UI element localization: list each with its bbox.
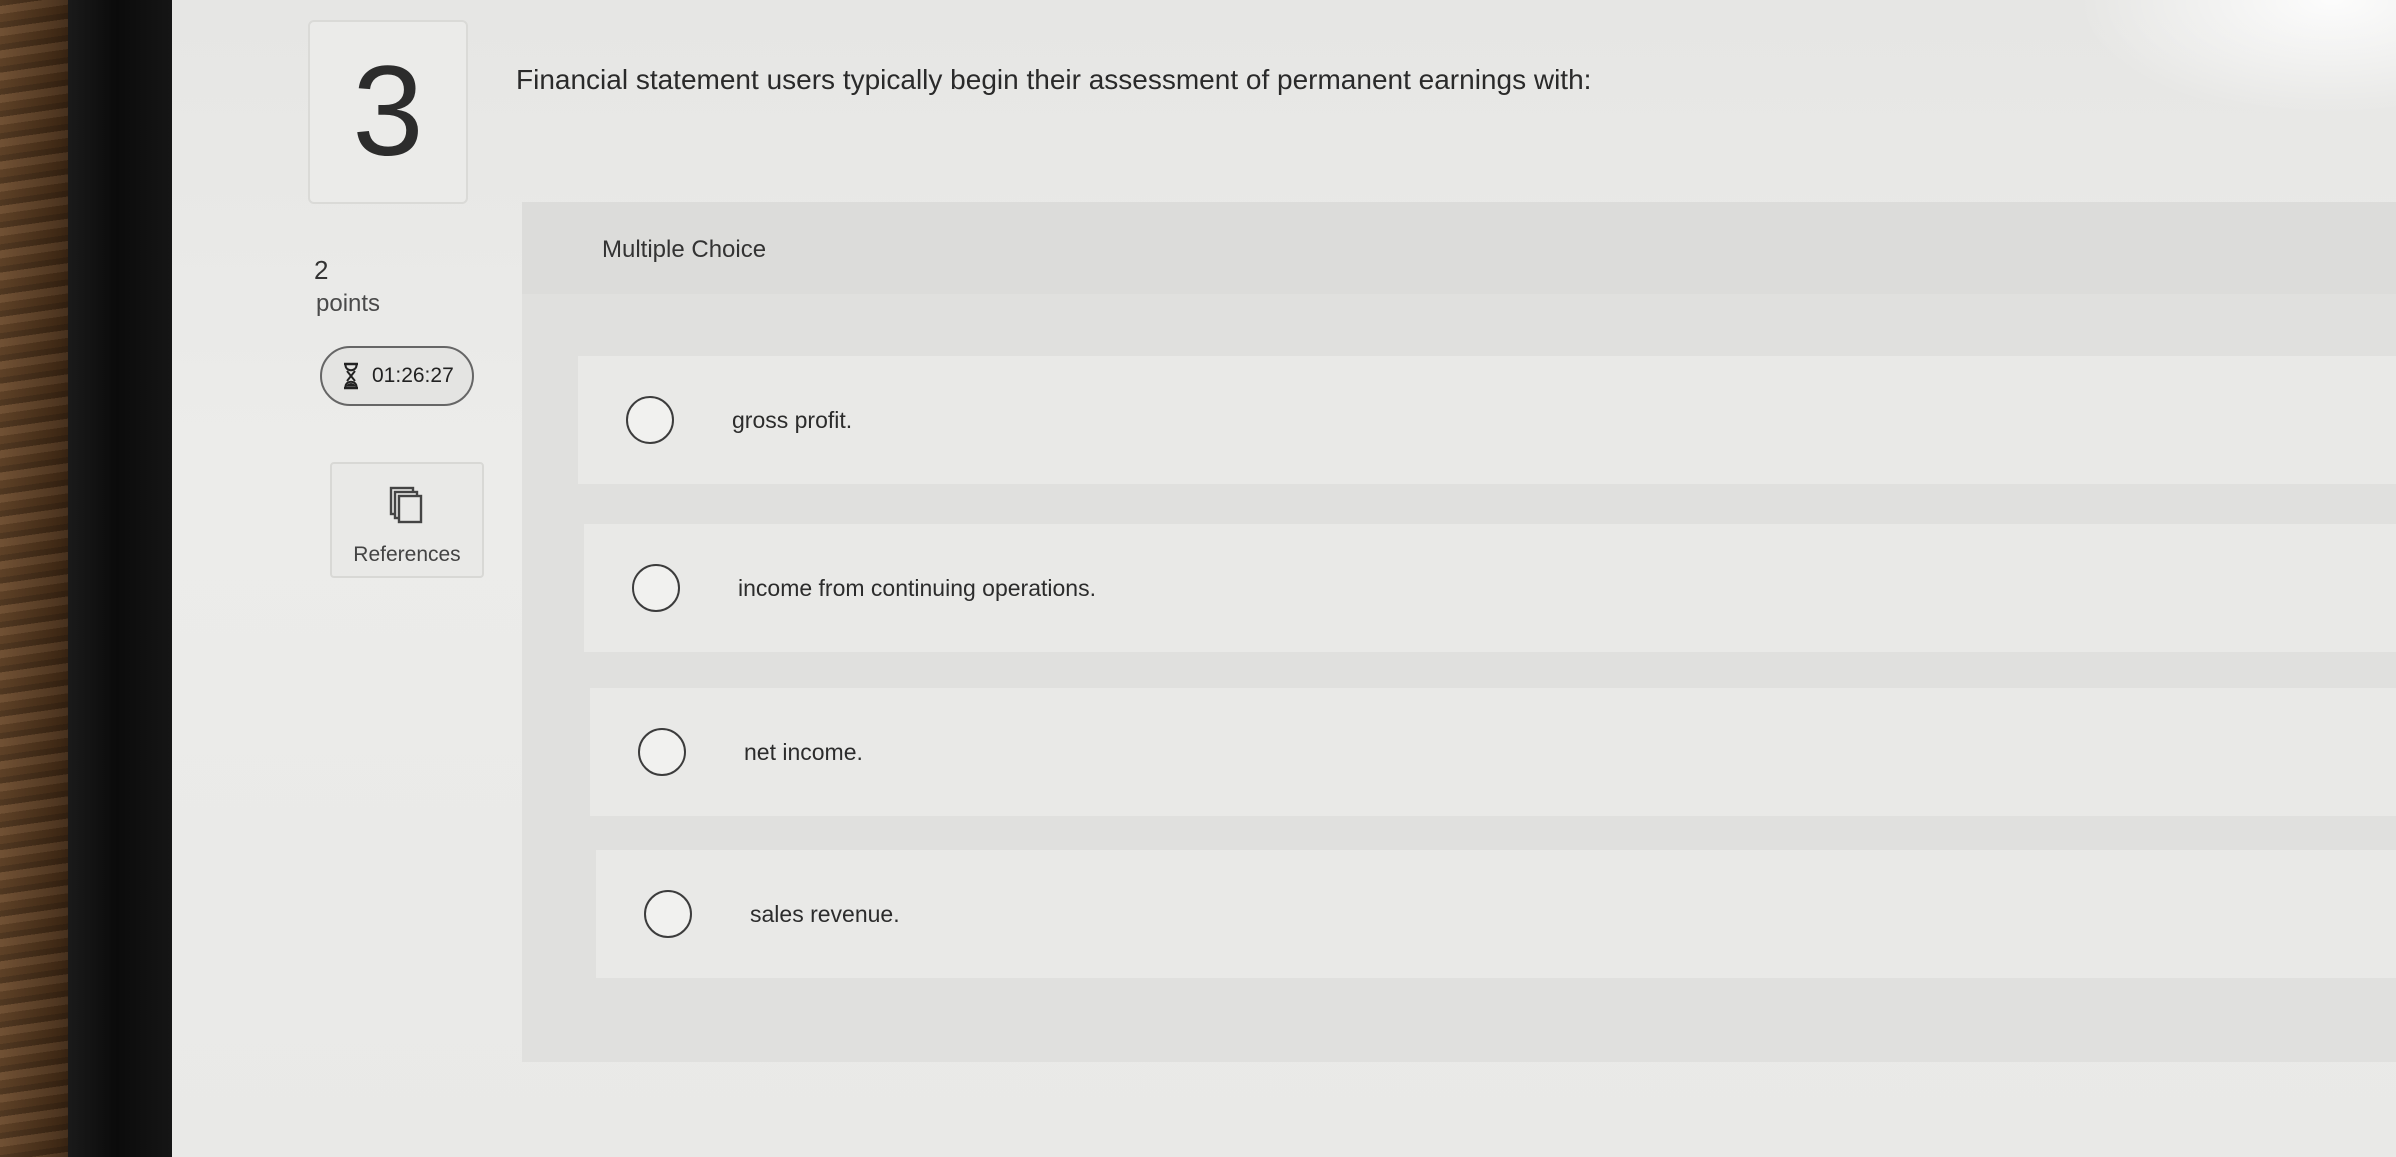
references-label: References [353,543,461,566]
choice-option[interactable]: net income. [590,688,2396,816]
choice-option[interactable]: gross profit. [578,356,2396,484]
choice-radio[interactable] [638,728,686,776]
question-text: Financial statement users typically begi… [516,64,1592,95]
choice-text: income from continuing operations. [738,574,1096,601]
question-number: 3 [352,40,424,183]
choice-radio[interactable] [632,564,680,612]
multiple-choice-panel: Multiple Choice gross profit. income fro… [522,202,2396,1062]
references-button[interactable]: References [330,462,484,578]
hourglass-icon [342,362,360,390]
question-number-card: 3 [308,20,468,204]
choice-text: gross profit. [732,406,853,433]
points-value: 2 [314,255,329,285]
screen-glare [2076,0,2396,120]
points-label: points [316,290,381,317]
multiple-choice-label: Multiple Choice [602,236,767,263]
multiple-choice-header: Multiple Choice [522,202,2396,294]
choice-radio[interactable] [644,890,692,938]
references-icon [389,486,425,531]
choice-text: net income. [744,738,863,765]
choice-option[interactable]: sales revenue. [596,850,2396,978]
timer-button[interactable]: 01:26:27 [320,346,474,406]
choice-radio[interactable] [626,396,674,444]
choice-text: sales revenue. [750,900,900,927]
timer-value: 01:26:27 [372,364,454,387]
monitor-bezel [68,0,176,1157]
choice-option[interactable]: income from continuing operations. [584,524,2396,652]
